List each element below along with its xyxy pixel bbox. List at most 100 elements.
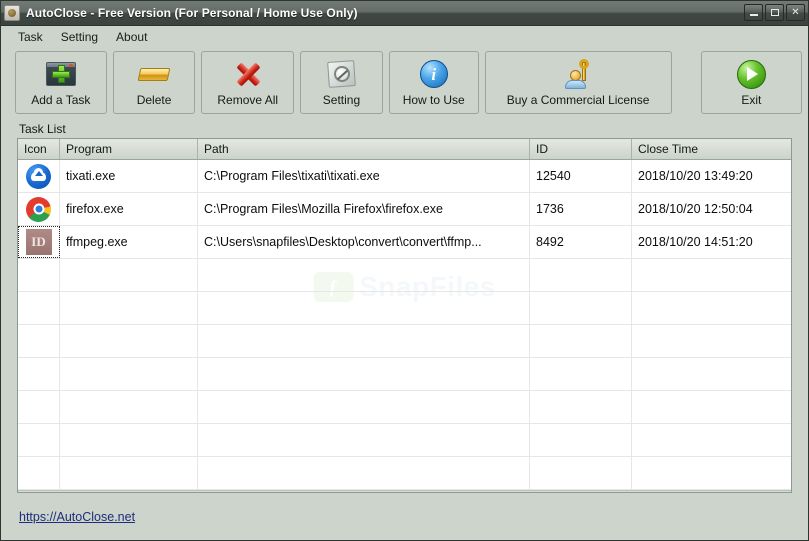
row-id: 1736 <box>530 193 632 225</box>
table-row-empty[interactable] <box>18 259 791 292</box>
row-icon-cell <box>18 160 60 192</box>
table-row[interactable]: ID ffmpeg.exe C:\Users\snapfiles\Desktop… <box>18 226 791 259</box>
empty-cell <box>18 292 60 324</box>
column-header-id[interactable]: ID <box>530 139 632 159</box>
website-link[interactable]: https://AutoClose.net <box>19 510 135 524</box>
empty-cell <box>60 358 198 390</box>
table-header: Icon Program Path ID Close Time <box>18 139 791 160</box>
app-icon <box>4 5 20 21</box>
empty-cell <box>18 457 60 489</box>
table-row-empty[interactable] <box>18 424 791 457</box>
empty-cell <box>18 259 60 291</box>
app-window: AutoClose - Free Version (For Personal /… <box>0 0 809 541</box>
row-path: C:\Program Files\tixati\tixati.exe <box>198 160 530 192</box>
empty-cell <box>632 391 778 423</box>
window-controls: ✕ <box>744 4 805 21</box>
exit-label: Exit <box>741 93 762 107</box>
exit-button[interactable]: Exit <box>700 51 802 114</box>
row-close-time: 2018/10/20 14:51:20 <box>638 235 753 249</box>
setting-button[interactable]: Setting <box>300 51 383 114</box>
delete-button[interactable]: Delete <box>112 51 196 114</box>
remove-all-button[interactable]: Remove All <box>201 51 295 114</box>
column-header-path[interactable]: Path <box>198 139 530 159</box>
empty-cell <box>198 424 530 456</box>
maximize-button[interactable] <box>765 4 784 21</box>
add-a-task-button[interactable]: Add a Task <box>15 51 107 114</box>
window-plus-icon <box>45 58 76 90</box>
empty-cell <box>198 259 530 291</box>
row-close-time: 2018/10/20 12:50:04 <box>638 202 753 216</box>
row-program: ffmpeg.exe <box>60 226 198 258</box>
table-row-empty[interactable] <box>18 358 791 391</box>
table-row-empty[interactable] <box>18 457 791 490</box>
row-program: tixati.exe <box>60 160 198 192</box>
empty-cell <box>530 457 632 489</box>
info-circle-icon: i <box>419 58 448 90</box>
minimize-button[interactable] <box>744 4 763 21</box>
red-x-icon <box>233 58 263 90</box>
table-row-empty[interactable] <box>18 391 791 424</box>
table-row[interactable]: tixati.exe C:\Program Files\tixati\tixat… <box>18 160 791 193</box>
eraser-icon <box>137 58 171 90</box>
buy-commercial-license-label: Buy a Commercial License <box>506 93 650 107</box>
empty-cell <box>198 325 530 357</box>
camera-icon <box>8 9 16 17</box>
empty-cell <box>632 457 778 489</box>
row-path: C:\Users\snapfiles\Desktop\convert\conve… <box>198 226 530 258</box>
empty-rows <box>18 259 791 490</box>
row-path: C:\Program Files\Mozilla Firefox\firefox… <box>198 193 530 225</box>
row-close-time: 2018/10/20 13:49:20 <box>638 169 753 183</box>
empty-cell <box>60 292 198 324</box>
empty-cell <box>18 325 60 357</box>
delete-label: Delete <box>136 93 172 107</box>
table-row-empty[interactable] <box>18 325 791 358</box>
remove-all-label: Remove All <box>217 93 279 107</box>
table-body: tixati.exe C:\Program Files\tixati\tixat… <box>18 160 791 490</box>
empty-cell <box>198 391 530 423</box>
empty-cell <box>198 292 530 324</box>
empty-cell <box>530 424 632 456</box>
how-to-use-button[interactable]: i How to Use <box>388 51 479 114</box>
scrollbar-thumb[interactable] <box>37 491 697 492</box>
buy-commercial-license-button[interactable]: Buy a Commercial License <box>484 51 672 114</box>
empty-cell <box>632 424 778 456</box>
empty-cell <box>60 391 198 423</box>
scrollbar-track[interactable] <box>37 491 772 492</box>
menu-item-task[interactable]: Task <box>9 28 52 46</box>
menu-bar: Task Setting About <box>1 26 808 47</box>
task-list: ƒ SnapFiles Icon Program Path ID Close T… <box>17 138 792 493</box>
column-header-program[interactable]: Program <box>60 139 198 159</box>
key-person-icon <box>563 58 593 90</box>
empty-cell <box>530 391 632 423</box>
empty-cell <box>632 358 778 390</box>
how-to-use-label: How to Use <box>402 93 465 107</box>
close-button[interactable]: ✕ <box>786 4 805 21</box>
empty-cell <box>60 259 198 291</box>
empty-cell <box>60 457 198 489</box>
empty-cell <box>18 391 60 423</box>
scroll-right-button[interactable] <box>773 491 790 492</box>
empty-cell <box>632 325 778 357</box>
column-header-close-time[interactable]: Close Time <box>632 139 778 159</box>
title-bar: AutoClose - Free Version (For Personal /… <box>1 1 808 26</box>
tixati-icon <box>26 163 51 189</box>
empty-cell <box>60 325 198 357</box>
chrome-icon <box>26 196 51 222</box>
empty-cell <box>18 358 60 390</box>
empty-cell <box>632 259 778 291</box>
task-list-label: Task List <box>19 121 66 136</box>
column-header-icon[interactable]: Icon <box>18 139 60 159</box>
row-program: firefox.exe <box>60 193 198 225</box>
menu-item-about[interactable]: About <box>107 28 156 46</box>
horizontal-scrollbar[interactable] <box>18 490 791 492</box>
empty-cell <box>530 325 632 357</box>
window-title: AutoClose - Free Version (For Personal /… <box>26 6 358 20</box>
empty-cell <box>18 424 60 456</box>
empty-cell <box>632 292 778 324</box>
table-row[interactable]: firefox.exe C:\Program Files\Mozilla Fir… <box>18 193 791 226</box>
menu-item-setting[interactable]: Setting <box>52 28 107 46</box>
scroll-left-button[interactable] <box>19 491 36 492</box>
maximize-icon <box>766 5 783 20</box>
row-id: 12540 <box>530 160 632 192</box>
table-row-empty[interactable] <box>18 292 791 325</box>
